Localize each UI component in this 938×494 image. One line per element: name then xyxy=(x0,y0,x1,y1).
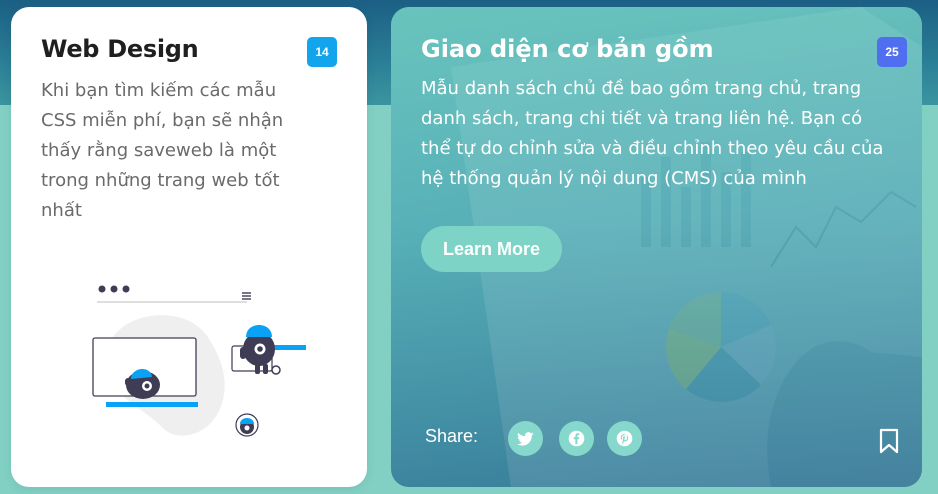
share-label: Share: xyxy=(425,426,479,446)
card-giao-dien[interactable]: Giao diện cơ bản gồm 25 Mẫu danh sách ch… xyxy=(391,7,922,487)
monster-wave-illustration xyxy=(92,285,306,437)
twitter-icon xyxy=(517,431,534,446)
card-web-design[interactable]: Web Design 14 Khi bạn tìm kiếm các mẫu C… xyxy=(11,7,367,487)
card-description: Mẫu danh sách chủ đề bao gồm trang chủ, … xyxy=(421,78,884,189)
bookmark-icon[interactable] xyxy=(879,428,899,454)
card-title: Giao diện cơ bản gồm xyxy=(421,35,714,63)
card-description: Khi bạn tìm kiếm các mẫu CSS miễn phí, b… xyxy=(41,80,284,221)
facebook-share-button[interactable] xyxy=(559,421,594,456)
twitter-share-button[interactable] xyxy=(508,421,543,456)
card-title: Web Design xyxy=(41,35,199,63)
pinterest-icon xyxy=(616,430,633,447)
count-badge: 14 xyxy=(307,37,337,67)
learn-more-button[interactable]: Learn More xyxy=(421,226,562,272)
count-badge: 25 xyxy=(877,37,907,67)
pinterest-share-button[interactable] xyxy=(607,421,642,456)
facebook-icon xyxy=(568,430,585,447)
